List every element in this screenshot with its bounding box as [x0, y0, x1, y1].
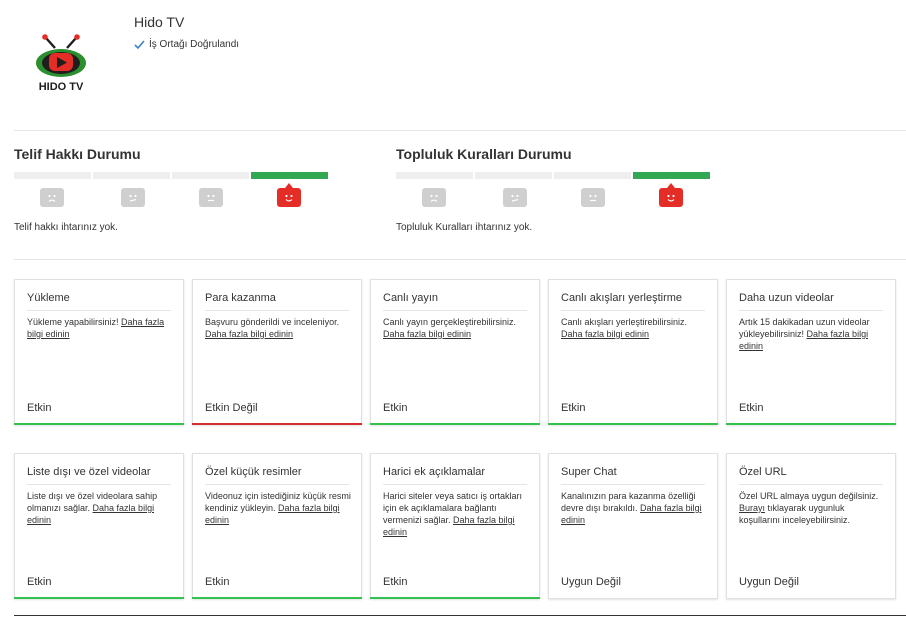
channel-logo: HIDO TV: [24, 24, 98, 98]
feature-card-live-streaming: Canlı yayın Canlı yayın gerçekleştirebil…: [370, 279, 540, 425]
community-status-message: Topluluk Kuralları ihtarınız yok.: [396, 222, 533, 233]
card-title: Özel URL: [739, 466, 883, 485]
card-description: Liste dışı ve özel videolara sahip olman…: [27, 491, 158, 525]
status-bar: [370, 423, 540, 425]
card-title: Super Chat: [561, 466, 705, 485]
copyright-status-message: Telif hakkı ihtarınız yok.: [14, 222, 118, 233]
uneasy-face-icon: [121, 188, 145, 207]
status-bar: [548, 423, 718, 425]
status-bar: [14, 423, 184, 425]
meter-segment: [93, 172, 170, 179]
card-description: Harici siteler veya satıcı iş ortakları …: [383, 491, 523, 537]
meter-segment: [172, 172, 249, 179]
feature-card-embed-live: Canlı akışları yerleştirme Canlı akışlar…: [548, 279, 718, 425]
divider: [14, 130, 906, 131]
status-bar: [14, 597, 184, 599]
card-status: Uygun Değil: [739, 576, 799, 588]
status-bar: [192, 597, 362, 599]
learn-more-link[interactable]: Daha fazla bilgi edinin: [561, 329, 649, 339]
copyright-status-title: Telif Hakkı Durumu: [14, 146, 141, 162]
meter-segment: [475, 172, 552, 179]
card-title: Daha uzun videolar: [739, 292, 883, 311]
card-title: Canlı yayın: [383, 292, 527, 311]
status-bar: [548, 597, 718, 599]
card-description: Canlı akışları yerleştirebilirsiniz. Dah…: [561, 317, 688, 339]
card-status: Uygun Değil: [561, 576, 621, 588]
card-status: Etkin: [561, 402, 586, 414]
copyright-meter: [14, 172, 328, 179]
sad-face-icon: [422, 188, 446, 207]
neutral-face-icon: [581, 188, 605, 207]
meter-segment: [14, 172, 91, 179]
status-bar: [726, 423, 896, 425]
card-description: Başvuru gönderildi ve inceleniyor. Daha …: [205, 317, 340, 339]
meter-segment: [396, 172, 473, 179]
channel-name: Hido TV: [134, 14, 185, 30]
card-description: Özel URL almaya uygun değilsiniz. Burayı…: [739, 491, 879, 525]
copyright-status: Telif Hakkı Durumu Telif hakkı ihtarınız…: [14, 146, 334, 233]
card-status: Etkin: [27, 402, 52, 414]
feature-card-monetization: Para kazanma Başvuru gönderildi ve incel…: [192, 279, 362, 425]
community-meter: [396, 172, 710, 179]
card-title: Harici ek açıklamalar: [383, 466, 527, 485]
card-title: Para kazanma: [205, 292, 349, 311]
card-status: Etkin Değil: [205, 402, 258, 414]
learn-more-link[interactable]: Daha fazla bilgi edinin: [205, 329, 293, 339]
card-title: Yükleme: [27, 292, 171, 311]
status-bar: [370, 597, 540, 599]
status-bar: [726, 597, 896, 599]
card-description: Kanalınızın para kazanma özelliği devre …: [561, 491, 702, 525]
logo-text: HIDO TV: [39, 81, 84, 93]
feature-card-upload: Yükleme Yükleme yapabilirsiniz! Daha faz…: [14, 279, 184, 425]
happy-face-icon: [659, 183, 683, 207]
neutral-face-icon: [199, 188, 223, 207]
card-status: Etkin: [205, 576, 230, 588]
card-status: Etkin: [27, 576, 52, 588]
verified-badge: İş Ortağı Doğrulandı: [134, 39, 239, 50]
check-icon: [134, 39, 145, 49]
status-bar: [192, 423, 362, 425]
meter-segment: [554, 172, 631, 179]
sad-face-icon: [40, 188, 64, 207]
feature-card-custom-url: Özel URL Özel URL almaya uygun değilsini…: [726, 453, 896, 599]
community-status-title: Topluluk Kuralları Durumu: [396, 146, 572, 162]
uneasy-face-icon: [503, 188, 527, 207]
happy-face-icon: [277, 183, 301, 207]
card-status: Etkin: [383, 576, 408, 588]
community-status: Topluluk Kuralları Durumu Topluluk Kural…: [396, 146, 716, 233]
channel-header: HIDO TV Hido TV İş Ortağı Doğrulandı: [0, 0, 906, 130]
verified-label: İş Ortağı Doğrulandı: [149, 39, 240, 50]
bottom-divider: [14, 615, 906, 616]
community-faces: [396, 183, 716, 212]
feature-card-longer-videos: Daha uzun videolar Artık 15 dakikadan uz…: [726, 279, 896, 425]
card-status: Etkin: [383, 402, 408, 414]
feature-card-custom-thumbnails: Özel küçük resimler Videonuz için istedi…: [192, 453, 362, 599]
divider: [14, 259, 906, 260]
meter-segment-active: [251, 172, 328, 179]
here-link[interactable]: Burayı: [739, 503, 765, 513]
card-description: Videonuz için istediğiniz küçük resmi ke…: [205, 491, 351, 525]
card-status: Etkin: [739, 402, 764, 414]
feature-card-super-chat: Super Chat Kanalınızın para kazanma özel…: [548, 453, 718, 599]
card-description: Yükleme yapabilirsiniz! Daha fazla bilgi…: [27, 317, 165, 339]
card-title: Liste dışı ve özel videolar: [27, 466, 171, 485]
feature-card-external-annotations: Harici ek açıklamalar Harici siteler vey…: [370, 453, 540, 599]
card-description: Canlı yayın gerçekleştirebilirsiniz. Dah…: [383, 317, 517, 339]
card-title: Özel küçük resimler: [205, 466, 349, 485]
learn-more-link[interactable]: Daha fazla bilgi edinin: [383, 329, 471, 339]
card-description: Artık 15 dakikadan uzun videolar yükleye…: [739, 317, 870, 351]
card-title: Canlı akışları yerleştirme: [561, 292, 705, 311]
feature-card-unlisted-private: Liste dışı ve özel videolar Liste dışı v…: [14, 453, 184, 599]
copyright-faces: [14, 183, 334, 212]
meter-segment-active: [633, 172, 710, 179]
